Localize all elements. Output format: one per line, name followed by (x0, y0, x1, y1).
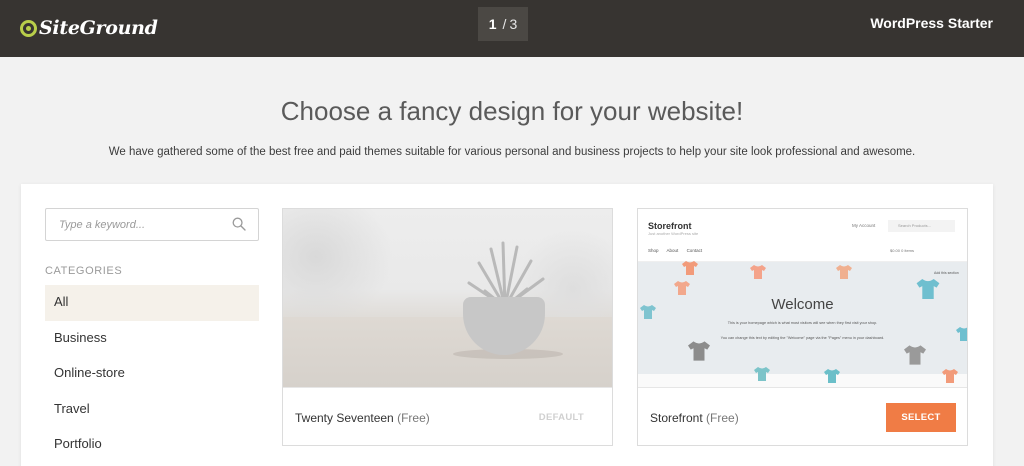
page-title: Choose a fancy design for your website! (280, 96, 744, 126)
theme-preview-image[interactable] (283, 209, 612, 387)
step-current: 1 (488, 16, 497, 32)
theme-preview-image[interactable]: Storefront Just another WordPress site M… (638, 209, 967, 387)
search-input[interactable] (47, 210, 227, 239)
shirt-icon (836, 265, 852, 279)
theme-name: Twenty Seventeen (Free) (295, 411, 430, 425)
shirt-icon (750, 265, 766, 279)
categories-heading: CATEGORIES (45, 265, 123, 277)
theme-price: (Free) (397, 411, 430, 425)
shirt-icon (754, 367, 770, 381)
preview-section-tag: Add this section (934, 271, 959, 275)
theme-card-footer: Storefront (Free) SELECT (638, 387, 967, 445)
siteground-logo[interactable]: SiteGround (20, 13, 158, 43)
select-theme-button[interactable]: SELECT (886, 403, 956, 432)
preview-tagline: Just another WordPress site (648, 231, 699, 236)
plan-name: WordPress Starter (870, 15, 993, 31)
logo-text: SiteGround (39, 17, 158, 39)
preview-nav-item: Contact (686, 248, 703, 253)
theme-title: Storefront (650, 411, 703, 425)
preview-welcome-text: You can change this text by editing the … (720, 336, 885, 340)
theme-name: Storefront (Free) (650, 411, 739, 425)
preview-account-link: My Account (852, 223, 876, 228)
category-all[interactable]: All (45, 285, 259, 321)
preview-welcome-title: Welcome (771, 296, 834, 313)
category-list: All Business Online-store Travel Portfol… (45, 285, 259, 463)
theme-card-storefront[interactable]: Storefront Just another WordPress site M… (637, 208, 968, 446)
theme-title: Twenty Seventeen (295, 411, 394, 425)
theme-card-twenty-seventeen[interactable]: Twenty Seventeen (Free) DEFAULT (282, 208, 613, 446)
step-indicator: 1 /3 (478, 7, 528, 41)
theme-card-footer: Twenty Seventeen (Free) DEFAULT (283, 387, 612, 445)
step-total: 3 (509, 16, 518, 32)
shirt-icon (688, 341, 710, 361)
category-travel[interactable]: Travel (45, 392, 259, 428)
search-box (45, 208, 259, 241)
preview-brand: Storefront (648, 221, 692, 231)
category-online-store[interactable]: Online-store (45, 356, 259, 392)
preview-nav-item: About (666, 248, 679, 253)
preview-nav-item: Shop (648, 248, 659, 253)
top-bar: SiteGround 1 /3 WordPress Starter (0, 0, 1024, 57)
preview-nav: Shop About Contact (648, 248, 709, 253)
shirt-icon (682, 261, 698, 275)
step-separator: / (502, 16, 507, 32)
shirt-icon (942, 369, 958, 383)
search-icon[interactable] (232, 217, 246, 231)
category-portfolio[interactable]: Portfolio (45, 427, 259, 463)
preview-welcome-text: This is your homepage which is what most… (727, 321, 878, 325)
page-subtitle: We have gathered some of the best free a… (108, 146, 916, 158)
preview-search-field: Search Products... (888, 220, 955, 232)
theme-price: (Free) (706, 411, 739, 425)
shirt-icon (674, 281, 690, 295)
preview-cart: $0.00 0 items (890, 248, 915, 253)
default-badge: DEFAULT (538, 412, 584, 423)
logo-swirl-icon (20, 19, 37, 37)
preview-site-header: Storefront Just another WordPress site M… (638, 209, 967, 262)
theme-picker-panel: CATEGORIES All Business Online-store Tra… (21, 184, 993, 466)
shirt-icon (904, 345, 926, 365)
shirt-icon (824, 369, 840, 383)
category-business[interactable]: Business (45, 321, 259, 357)
